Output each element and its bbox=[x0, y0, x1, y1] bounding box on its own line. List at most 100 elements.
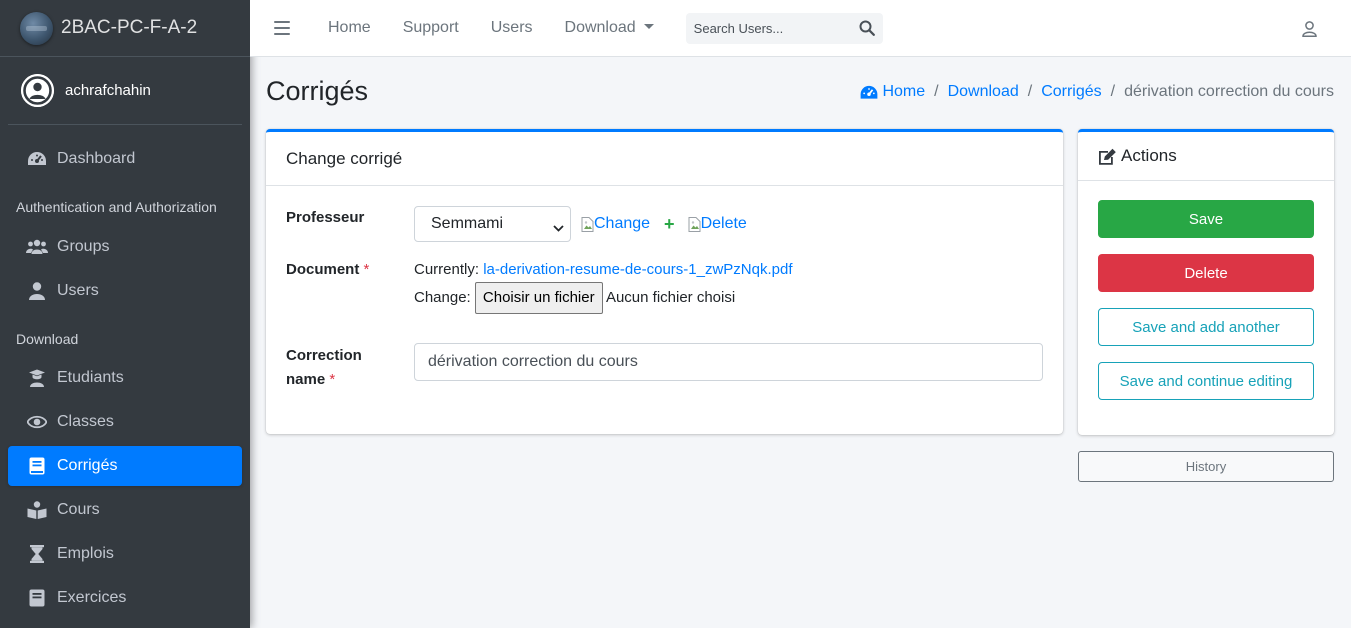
add-professeur-icon[interactable]: + bbox=[664, 214, 675, 235]
hamburger-menu-icon[interactable] bbox=[274, 21, 290, 35]
professeur-selected-value: Semmami bbox=[431, 215, 504, 232]
document-label: Document * bbox=[286, 258, 414, 314]
search-box bbox=[685, 12, 883, 44]
card-title: Change corrigé bbox=[266, 132, 1063, 186]
correction-label-line1: Correction bbox=[286, 347, 362, 364]
eye-icon bbox=[26, 411, 48, 433]
change-file-line: Change: Choisir un fichier Aucun fichier… bbox=[414, 282, 793, 314]
brand-name: 2BAC-PC-F-A-2 bbox=[61, 17, 198, 38]
edit-icon bbox=[1098, 148, 1117, 165]
user-icon bbox=[26, 280, 48, 302]
correction-name-row: Correction name * dérivation correction … bbox=[286, 343, 1043, 392]
professeur-row: Professeur Semmami Change + Delete bbox=[286, 206, 747, 242]
sidebar-item-cours[interactable]: Cours bbox=[8, 490, 242, 530]
actions-title: Actions bbox=[1121, 146, 1177, 165]
current-file-link[interactable]: la-derivation-resume-de-cours-1_zwPzNqk.… bbox=[483, 261, 792, 278]
change-file-label: Change: bbox=[414, 289, 471, 306]
sidebar-item-label: Classes bbox=[57, 413, 114, 430]
nav-header-download: Download bbox=[16, 331, 79, 347]
delete-professeur-link[interactable]: Delete bbox=[688, 215, 747, 233]
sidebar-item-dashboard[interactable]: Dashboard bbox=[8, 139, 242, 179]
hourglass-icon bbox=[26, 543, 48, 565]
current-file-line: Currently: la-derivation-resume-de-cours… bbox=[414, 258, 793, 282]
sidebar-item-etudiants[interactable]: Etudiants bbox=[8, 358, 242, 398]
sidebar-nav-download: Etudiants Classes Corrigés Cours Emplois bbox=[0, 358, 250, 618]
sidebar-item-label: Exercices bbox=[57, 589, 127, 606]
delete-link-text: Delete bbox=[700, 215, 747, 232]
actions-card: Actions Save Delete Save and add another… bbox=[1078, 129, 1334, 435]
brand-logo bbox=[20, 11, 53, 45]
graduation-user-icon bbox=[26, 367, 48, 389]
sidebar-item-label: Users bbox=[57, 282, 99, 299]
sidebar-item-emplois[interactable]: Emplois bbox=[8, 534, 242, 574]
breadcrumb-download[interactable]: Download bbox=[948, 83, 1019, 101]
nav-link-home[interactable]: Home bbox=[328, 19, 371, 37]
nav-dropdown-label: Download bbox=[564, 19, 636, 36]
required-mark: * bbox=[329, 371, 336, 388]
user-menu-icon[interactable] bbox=[1302, 21, 1317, 41]
user-panel[interactable]: achrafchahin bbox=[8, 57, 242, 125]
search-input[interactable] bbox=[685, 12, 846, 44]
currently-label: Currently: bbox=[414, 261, 480, 278]
breadcrumb-home[interactable]: Home bbox=[882, 83, 925, 101]
save-button[interactable]: Save bbox=[1098, 200, 1314, 238]
document-label-text: Document bbox=[286, 261, 360, 278]
chevron-down-icon bbox=[553, 219, 564, 237]
breadcrumb-corriges[interactable]: Corrigés bbox=[1041, 83, 1101, 101]
correction-label-line2: name bbox=[286, 371, 326, 388]
change-form-card: Change corrigé Professeur Semmami Change… bbox=[266, 129, 1063, 434]
correction-name-label: Correction name * bbox=[286, 344, 414, 392]
content-header: Corrigés Home / Download / Corrigés / dé… bbox=[266, 75, 1334, 109]
sidebar-nav-auth: Groups Users bbox=[0, 227, 250, 311]
book-icon bbox=[26, 455, 48, 477]
user-avatar-icon bbox=[21, 74, 54, 107]
save-and-add-another-button[interactable]: Save and add another bbox=[1098, 308, 1314, 346]
brand-link[interactable]: 2BAC-PC-F-A-2 bbox=[0, 0, 250, 57]
sidebar-item-label: Etudiants bbox=[57, 369, 124, 386]
change-link-text: Change bbox=[594, 215, 651, 232]
tachometer-icon bbox=[26, 148, 48, 170]
breadcrumb-separator: / bbox=[934, 83, 939, 100]
professeur-label: Professeur bbox=[286, 209, 365, 226]
nav-dropdown-download[interactable]: Download bbox=[565, 19, 654, 37]
broken-image-icon bbox=[688, 216, 701, 232]
dashboard-icon bbox=[860, 85, 878, 100]
sidebar-item-label: Groups bbox=[57, 238, 110, 255]
breadcrumb-separator: / bbox=[1110, 83, 1116, 100]
sidebar-item-groups[interactable]: Groups bbox=[8, 227, 242, 267]
sidebar-item-corriges[interactable]: Corrigés bbox=[8, 446, 242, 486]
breadcrumb: Home / Download / Corrigés / dérivation … bbox=[860, 83, 1334, 101]
professeur-select[interactable]: Semmami bbox=[414, 206, 571, 242]
sidebar-item-label: Emplois bbox=[57, 545, 114, 562]
required-mark: * bbox=[363, 261, 370, 278]
book-icon bbox=[26, 587, 48, 609]
choose-file-button[interactable]: Choisir un fichier bbox=[474, 282, 603, 314]
correction-name-input[interactable]: dérivation correction du cours bbox=[414, 343, 1043, 381]
history-button[interactable]: History bbox=[1078, 451, 1334, 482]
document-row: Document * Currently: la-derivation-resu… bbox=[286, 258, 793, 314]
save-and-continue-button[interactable]: Save and continue editing bbox=[1098, 362, 1314, 400]
sidebar-item-classes[interactable]: Classes bbox=[8, 402, 242, 442]
broken-image-icon bbox=[581, 216, 594, 232]
users-group-icon bbox=[26, 236, 48, 258]
book-reader-icon bbox=[26, 499, 48, 521]
delete-button[interactable]: Delete bbox=[1098, 254, 1314, 292]
nav-link-support[interactable]: Support bbox=[403, 19, 459, 37]
sidebar: 2BAC-PC-F-A-2 achrafchahin Dashboard Aut… bbox=[0, 0, 250, 628]
sidebar-item-users[interactable]: Users bbox=[8, 271, 242, 311]
top-navbar: Home Support Users Download bbox=[250, 0, 1351, 57]
nav-header-auth: Authentication and Authorization bbox=[16, 199, 217, 215]
nav-link-users[interactable]: Users bbox=[491, 19, 533, 37]
sidebar-item-exercices[interactable]: Exercices bbox=[8, 578, 242, 618]
actions-header: Actions bbox=[1078, 132, 1334, 181]
breadcrumb-separator: / bbox=[1027, 83, 1033, 100]
sidebar-nav: Dashboard bbox=[0, 139, 250, 179]
sidebar-item-label: Corrigés bbox=[57, 457, 118, 474]
sidebar-item-label: Dashboard bbox=[57, 150, 136, 167]
change-professeur-link[interactable]: Change bbox=[581, 215, 650, 233]
caret-down-icon bbox=[643, 24, 654, 29]
sidebar-item-label: Cours bbox=[57, 501, 100, 518]
no-file-chosen-text: Aucun fichier choisi bbox=[605, 289, 736, 306]
breadcrumb-current: dérivation correction du cours bbox=[1124, 83, 1334, 100]
search-icon[interactable] bbox=[859, 20, 875, 40]
